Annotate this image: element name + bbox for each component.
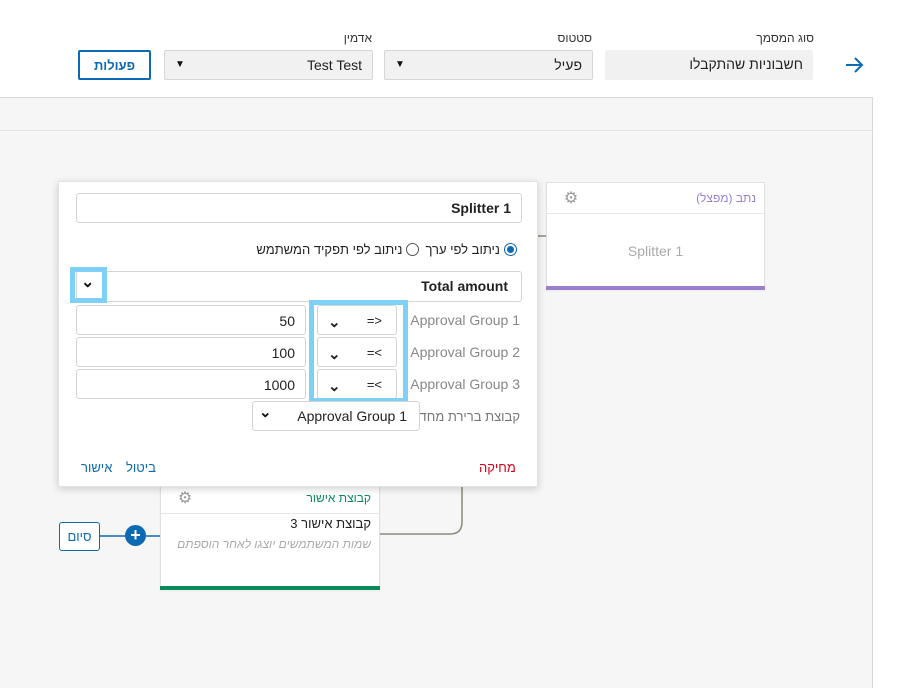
approval-node-header: קבוצת אישור ⚙ (161, 486, 379, 514)
status-select[interactable]: פעיל ▼ (384, 50, 593, 80)
add-step-icon[interactable]: + (125, 525, 146, 546)
rule-group-label: Approval Group 1 (410, 312, 520, 328)
rule-value-input[interactable]: 100 (76, 337, 306, 367)
routing-mode-options: ניתוב לפי ערך ניתוב לפי תפקיד המשתמש (256, 242, 517, 257)
rule-value: 50 (279, 313, 295, 329)
caret-down-icon: ▼ (175, 59, 185, 70)
splitter-name-value: Splitter 1 (451, 200, 511, 216)
splitter-node-header: נתב (מפצל) ⚙ (547, 183, 764, 214)
radio-by-role-label: ניתוב לפי תפקיד המשתמש (256, 242, 403, 257)
rule-value-input[interactable]: 1000 (76, 369, 306, 399)
gear-icon[interactable]: ⚙ (177, 491, 193, 507)
header: סוג המסמך חשבוניות שהתקבלו סטטוס פעיל ▼ … (0, 0, 900, 97)
default-group-select[interactable]: Approval Group 1 ⌄ (252, 401, 420, 431)
doc-type-field: חשבוניות שהתקבלו (605, 50, 813, 80)
gear-icon[interactable]: ⚙ (563, 191, 579, 207)
rule-value-input[interactable]: 50 (76, 305, 306, 335)
admin-value: Test Test (307, 57, 362, 73)
rule-group-label: Approval Group 2 (410, 344, 520, 360)
splitter-config-popup: Splitter 1 ניתוב לפי ערך ניתוב לפי תפקיד… (58, 181, 538, 487)
default-group-value: Approval Group 1 (297, 408, 407, 424)
field-select[interactable]: Total amount (76, 271, 522, 302)
cancel-button[interactable]: ביטול (126, 460, 156, 475)
rule-value: 1000 (263, 377, 295, 393)
radio-by-role[interactable] (406, 243, 420, 256)
approval-node-users-hint: שמות המשתמשים יוצגו לאחר הוספתם (177, 537, 371, 551)
field-select-dropdown-highlight[interactable]: ⌄ (70, 267, 107, 303)
admin-label: אדמין (343, 31, 372, 45)
caret-down-icon: ▼ (395, 59, 405, 70)
doc-type-value: חשבוניות שהתקבלו (689, 56, 803, 72)
chevron-down-icon: ⌄ (81, 274, 95, 291)
splitter-node-body: Splitter 1 (627, 243, 684, 259)
splitter-name-input[interactable]: Splitter 1 (76, 193, 522, 223)
approval-node-group: קבוצת אישור 3 (290, 516, 371, 531)
actions-button[interactable]: פעולות (78, 50, 151, 80)
rule-value: 100 (271, 345, 295, 361)
admin-select[interactable]: Test Test ▼ (164, 50, 373, 80)
field-select-value: Total amount (421, 278, 508, 294)
approval-node[interactable]: קבוצת אישור ⚙ קבוצת אישור 3 שמות המשתמשי… (160, 485, 380, 590)
radio-by-value[interactable] (504, 243, 517, 256)
radio-by-value-label: ניתוב לפי ערך (425, 242, 500, 257)
splitter-node-accent (546, 286, 765, 290)
splitter-node-title: נתב (מפצל) (696, 191, 756, 205)
delete-button[interactable]: מחיקה (479, 460, 516, 475)
status-label: סטטוס (557, 31, 592, 45)
status-value: פעיל (554, 57, 582, 73)
operator-selects-highlight (309, 300, 408, 403)
approval-node-title: קבוצת אישור (306, 491, 371, 505)
confirm-button[interactable]: אישור (81, 460, 112, 475)
arrow-right-icon[interactable] (840, 54, 868, 80)
chevron-down-icon: ⌄ (259, 404, 272, 421)
doc-type-label: סוג המסמך (756, 31, 814, 45)
rule-group-label: Approval Group 3 (410, 376, 520, 392)
splitter-node[interactable]: נתב (מפצל) ⚙ Splitter 1 (546, 182, 765, 290)
canvas-divider (0, 130, 873, 131)
end-button[interactable]: סיום (59, 522, 100, 551)
approval-node-accent (160, 586, 380, 590)
